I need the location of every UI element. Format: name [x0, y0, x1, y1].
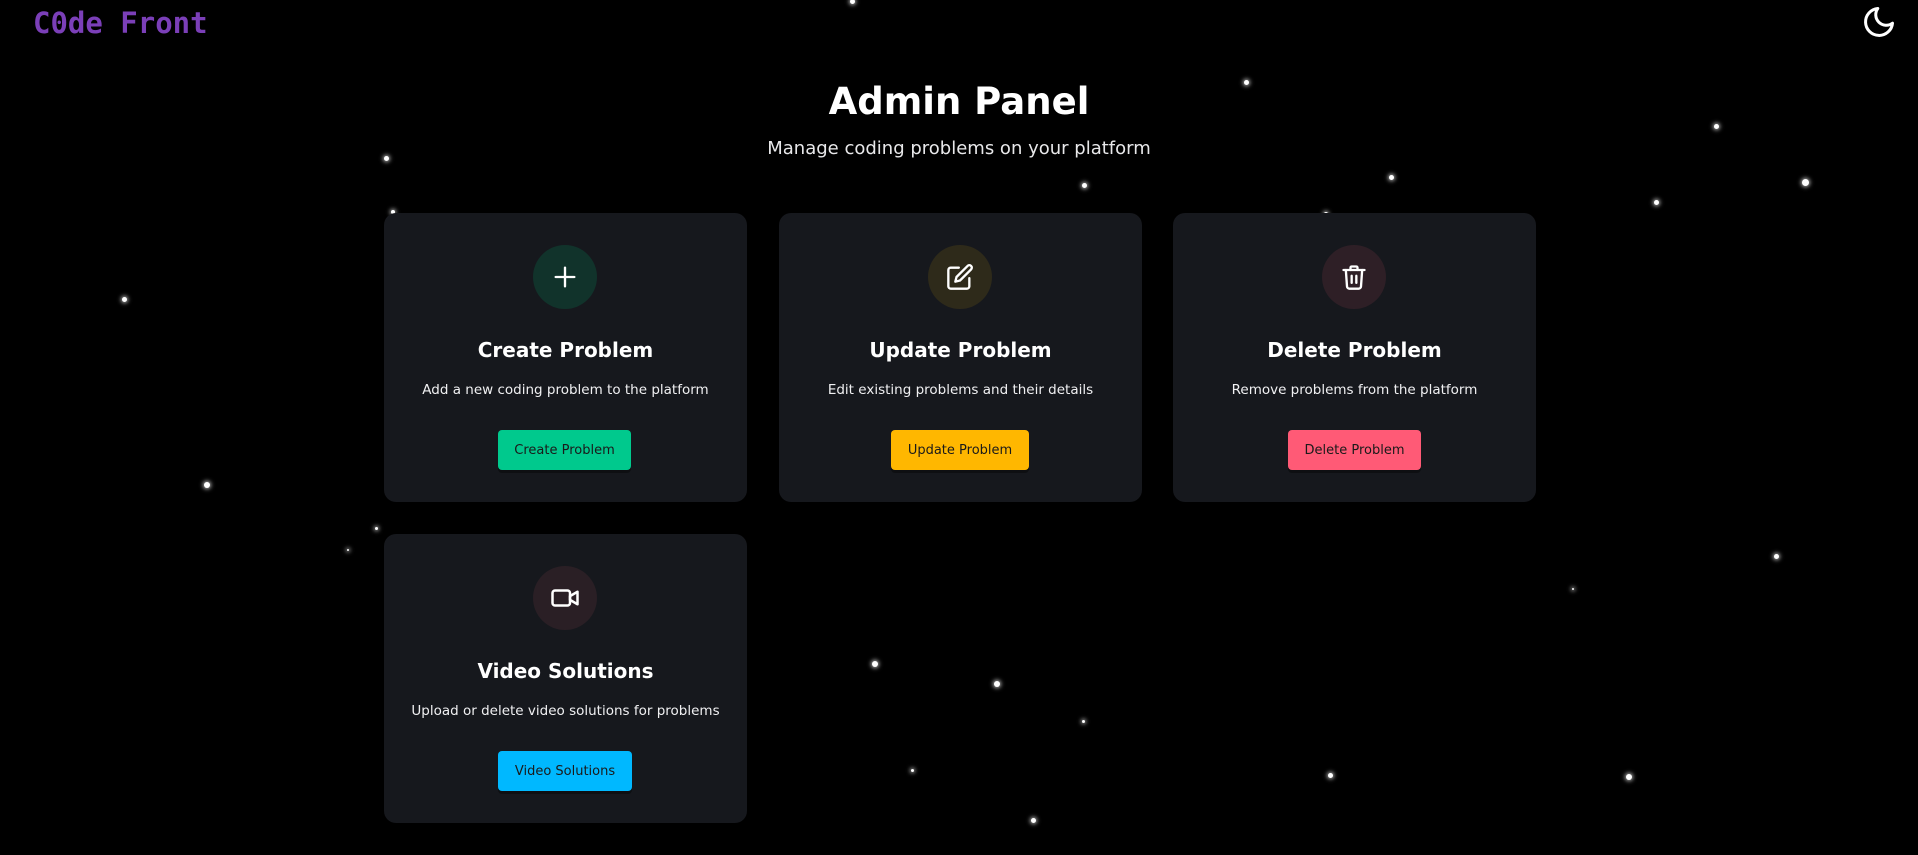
star-dot	[1773, 553, 1779, 559]
star-dot	[1388, 174, 1394, 180]
star-dot	[1327, 772, 1333, 778]
star-dot	[347, 549, 349, 551]
card-description: Edit existing problems and their details	[827, 382, 1094, 398]
star-dot	[1572, 588, 1574, 590]
star-dot	[849, 0, 855, 4]
star-dot	[374, 526, 378, 530]
star-dot	[1653, 199, 1659, 205]
page-header: Admin Panel Manage coding problems on yo…	[0, 78, 1918, 159]
edit-icon	[947, 264, 973, 290]
star-dot	[872, 661, 878, 667]
video-icon-circle	[533, 566, 597, 630]
card-title: Video Solutions	[477, 659, 654, 683]
moon-icon	[1864, 7, 1894, 37]
star-dot	[1801, 178, 1809, 186]
star-dot	[1081, 719, 1085, 723]
star-dot	[994, 681, 1000, 687]
video-solutions-button[interactable]: Video Solutions	[498, 751, 632, 791]
star-dot	[1081, 182, 1087, 188]
video-solutions-card: Video Solutions Upload or delete video s…	[384, 534, 747, 823]
delete-icon-circle	[1322, 245, 1386, 309]
trash-icon	[1342, 265, 1366, 290]
delete-problem-button[interactable]: Delete Problem	[1288, 430, 1421, 470]
star-dot	[910, 768, 914, 772]
card-title: Delete Problem	[1267, 338, 1442, 362]
create-problem-card: Create Problem Add a new coding problem …	[384, 213, 747, 502]
create-problem-button[interactable]: Create Problem	[498, 430, 631, 470]
update-icon-circle	[928, 245, 992, 309]
plus-icon	[554, 266, 576, 288]
delete-problem-card: Delete Problem Remove problems from the …	[1173, 213, 1536, 502]
card-description: Upload or delete video solutions for pro…	[411, 703, 720, 719]
star-dot	[1626, 774, 1632, 780]
create-icon-circle	[533, 245, 597, 309]
star-dot	[1030, 817, 1036, 823]
brand-logo[interactable]: C0de Front	[33, 6, 208, 40]
update-problem-card: Update Problem Edit existing problems an…	[779, 213, 1142, 502]
page-subtitle: Manage coding problems on your platform	[767, 138, 1151, 159]
card-title: Create Problem	[477, 338, 654, 362]
card-description: Remove problems from the platform	[1231, 382, 1478, 398]
page-title: Admin Panel	[828, 80, 1090, 123]
update-problem-button[interactable]: Update Problem	[891, 430, 1029, 470]
card-description: Add a new coding problem to the platform	[422, 382, 709, 398]
video-icon	[551, 589, 579, 607]
card-title: Update Problem	[869, 338, 1052, 362]
star-dot	[204, 482, 210, 488]
star-dot	[121, 296, 127, 302]
admin-page: C0de Front Admin Panel Manage coding pro…	[0, 0, 1918, 855]
theme-toggle-button[interactable]	[1860, 3, 1898, 41]
